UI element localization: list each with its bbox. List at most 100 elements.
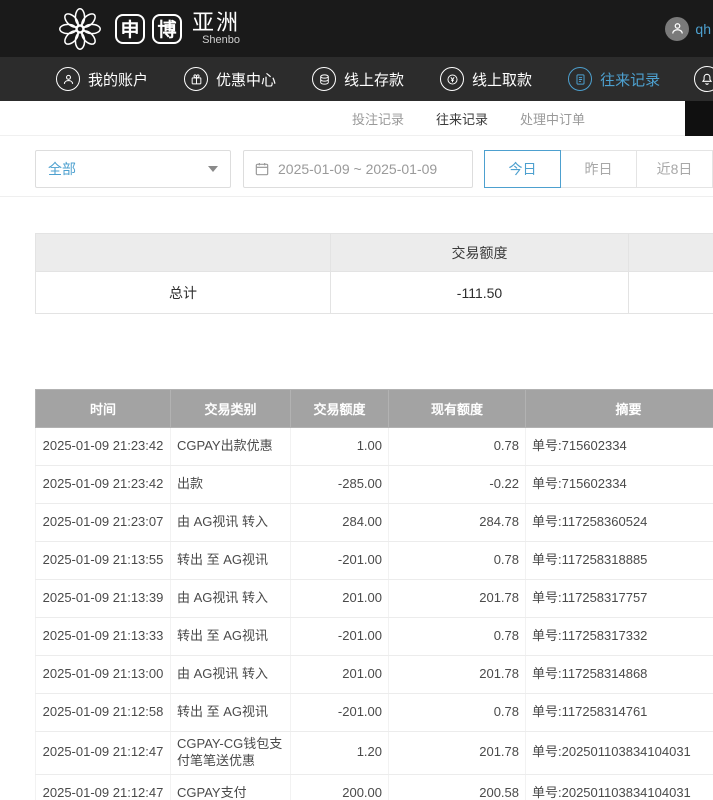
summary-header-row: 交易额度 (36, 234, 713, 272)
cell-balance: 0.78 (389, 618, 526, 656)
col-header-summary: 摘要 (526, 390, 713, 428)
summary-header-empty2 (629, 234, 713, 272)
cell-summary: 单号:117258314761 (526, 694, 713, 732)
cell-amount: -285.00 (291, 466, 389, 504)
nav-label: 优惠中心 (216, 69, 276, 90)
user-account[interactable]: qh (665, 17, 713, 41)
tab-processing-orders[interactable]: 处理中订单 (520, 109, 585, 128)
cell-time: 2025-01-09 21:12:47 (36, 774, 171, 800)
cell-amount: -201.00 (291, 542, 389, 580)
summary-total-label: 总计 (36, 272, 331, 314)
col-header-type: 交易类别 (171, 390, 291, 428)
summary-total-row: 总计 -111.50 (36, 272, 713, 314)
summary-header-empty (36, 234, 331, 272)
cell-type: 由 AG视讯 转入 (171, 580, 291, 618)
cell-summary: 单号:117258318885 (526, 542, 713, 580)
cell-time: 2025-01-09 21:23:42 (36, 428, 171, 466)
col-header-amount: 交易额度 (291, 390, 389, 428)
quick-range-8days-button[interactable]: 近8日 (636, 150, 713, 188)
cell-type: 转出 至 AG视讯 (171, 694, 291, 732)
cell-time: 2025-01-09 21:13:00 (36, 656, 171, 694)
table-row: 2025-01-09 21:13:00 由 AG视讯 转入 201.00 201… (36, 656, 713, 694)
notifications-button[interactable] (694, 66, 713, 92)
records-header-row: 时间 交易类别 交易额度 现有额度 摘要 (36, 390, 713, 428)
type-select-value: 全部 (48, 159, 76, 179)
top-header: 申 博 亚洲 Shenbo qh (0, 0, 713, 57)
flower-logo-icon (56, 5, 104, 53)
brand-char-shen: 申 (115, 14, 145, 44)
quick-range-group: 今日 昨日 近8日 (485, 150, 713, 188)
col-header-balance: 现有额度 (389, 390, 526, 428)
main-nav: 我的账户 优惠中心 线上存款 (0, 57, 713, 101)
cell-time: 2025-01-09 21:13:39 (36, 580, 171, 618)
nav-item-my-account[interactable]: 我的账户 (56, 67, 148, 91)
cell-balance: 201.78 (389, 732, 526, 775)
cell-time: 2025-01-09 21:23:42 (36, 466, 171, 504)
cell-amount: 201.00 (291, 580, 389, 618)
cell-type: 由 AG视讯 转入 (171, 504, 291, 542)
quick-range-today-button[interactable]: 今日 (484, 150, 561, 188)
nav-item-deposit[interactable]: 线上存款 (312, 67, 404, 91)
user-icon (56, 67, 80, 91)
summary-section: 交易额度 总计 -111.50 (35, 233, 713, 314)
brand-text: 亚洲 Shenbo (192, 11, 240, 45)
cell-balance: 201.78 (389, 656, 526, 694)
brand-logo[interactable]: 申 博 亚洲 Shenbo (56, 5, 240, 53)
cell-type: CGPAY支付 (171, 774, 291, 800)
cell-type: 出款 (171, 466, 291, 504)
gift-icon (184, 67, 208, 91)
side-widget[interactable] (685, 101, 713, 136)
table-row: 2025-01-09 21:13:33 转出 至 AG视讯 -201.00 0.… (36, 618, 713, 656)
cell-type: CGPAY出款优惠 (171, 428, 291, 466)
cell-amount: 1.00 (291, 428, 389, 466)
nav-label: 我的账户 (88, 69, 148, 90)
table-row: 2025-01-09 21:23:42 CGPAY出款优惠 1.00 0.78 … (36, 428, 713, 466)
table-row: 2025-01-09 21:23:42 出款 -285.00 -0.22 单号:… (36, 466, 713, 504)
cell-summary: 单号:202501103834104031 (526, 732, 713, 775)
date-range-input[interactable]: 2025-01-09 ~ 2025-01-09 (243, 150, 473, 188)
cell-amount: -201.00 (291, 694, 389, 732)
brand-subtitle: Shenbo (202, 34, 240, 46)
cell-balance: 284.78 (389, 504, 526, 542)
bell-icon (694, 66, 713, 92)
cell-amount: 1.20 (291, 732, 389, 775)
nav-label: 往来记录 (600, 69, 660, 90)
cell-summary: 单号:715602334 (526, 428, 713, 466)
cell-type: 由 AG视讯 转入 (171, 656, 291, 694)
records-section: 时间 交易类别 交易额度 现有额度 摘要 2025-01-09 21:23:42… (35, 389, 713, 800)
records-body: 2025-01-09 21:23:42 CGPAY出款优惠 1.00 0.78 … (36, 428, 713, 800)
tab-transaction-records[interactable]: 往来记录 (436, 109, 488, 128)
quick-range-yesterday-button[interactable]: 昨日 (560, 150, 637, 188)
cell-time: 2025-01-09 21:12:58 (36, 694, 171, 732)
summary-total-value: -111.50 (331, 272, 629, 314)
nav-item-promotions[interactable]: 优惠中心 (184, 67, 276, 91)
brand-char-bo: 博 (152, 14, 182, 44)
summary-table: 交易额度 总计 -111.50 (35, 233, 713, 314)
cell-amount: 200.00 (291, 774, 389, 800)
brand-region: 亚洲 (192, 11, 240, 34)
records-table: 时间 交易类别 交易额度 现有额度 摘要 2025-01-09 21:23:42… (35, 389, 713, 800)
nav-item-records[interactable]: 往来记录 (568, 67, 660, 91)
date-range-value: 2025-01-09 ~ 2025-01-09 (278, 161, 437, 177)
table-row: 2025-01-09 21:12:47 CGPAY-CG钱包支付笔笔送优惠 1.… (36, 732, 713, 775)
cell-time: 2025-01-09 21:12:47 (36, 732, 171, 775)
table-row: 2025-01-09 21:13:55 转出 至 AG视讯 -201.00 0.… (36, 542, 713, 580)
username: qh (695, 21, 711, 37)
cell-balance: 0.78 (389, 542, 526, 580)
cell-type: CGPAY-CG钱包支付笔笔送优惠 (171, 732, 291, 775)
nav-item-withdraw[interactable]: 线上取款 (440, 67, 532, 91)
cell-balance: -0.22 (389, 466, 526, 504)
summary-total-empty (629, 272, 713, 314)
summary-header-amount: 交易额度 (331, 234, 629, 272)
cell-balance: 0.78 (389, 694, 526, 732)
filter-bar: 全部 2025-01-09 ~ 2025-01-09 今日 昨日 近8日 (0, 136, 713, 197)
cell-type: 转出 至 AG视讯 (171, 618, 291, 656)
chevron-down-icon (208, 166, 218, 172)
cell-balance: 200.58 (389, 774, 526, 800)
cell-summary: 单号:117258317757 (526, 580, 713, 618)
cell-summary: 单号:202501103834104031 (526, 774, 713, 800)
tab-betting-records[interactable]: 投注记录 (352, 109, 404, 128)
type-select[interactable]: 全部 (35, 150, 231, 188)
cell-time: 2025-01-09 21:13:55 (36, 542, 171, 580)
cell-time: 2025-01-09 21:23:07 (36, 504, 171, 542)
